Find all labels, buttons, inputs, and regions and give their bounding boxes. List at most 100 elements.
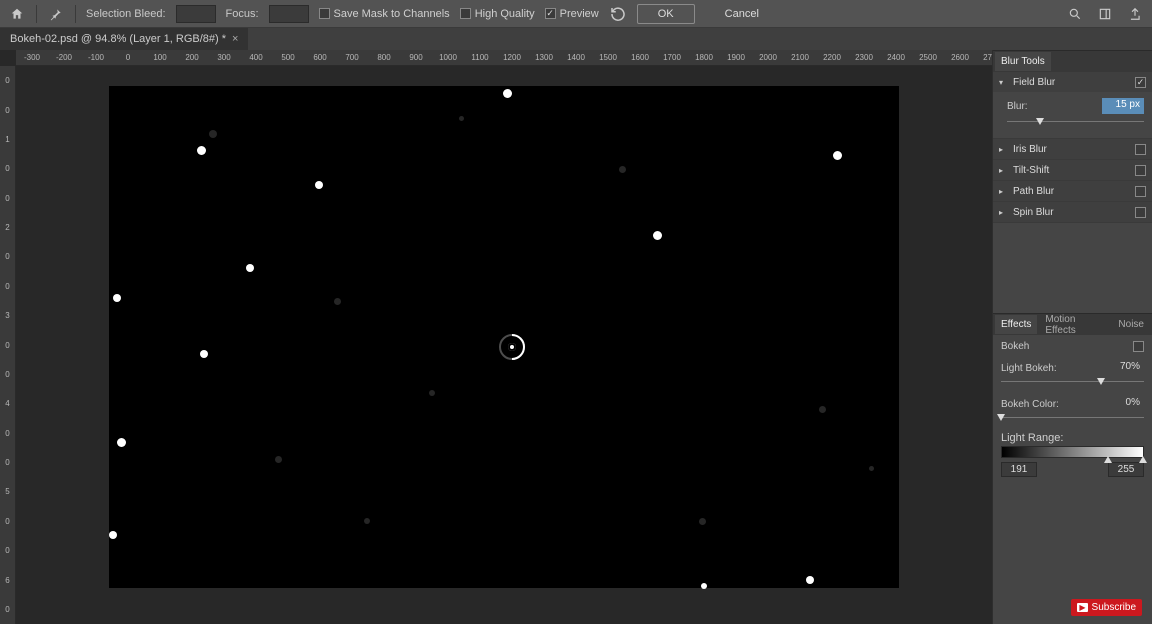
preview-checkbox[interactable]: Preview bbox=[545, 8, 599, 20]
bokeh-color-value[interactable]: 0% bbox=[1102, 396, 1144, 412]
light-range-gradient[interactable] bbox=[1001, 446, 1144, 458]
pin-tool-icon[interactable] bbox=[47, 5, 65, 23]
reset-icon[interactable] bbox=[609, 5, 627, 23]
ruler-tick: 0 bbox=[0, 330, 16, 359]
subscribe-label: Subscribe bbox=[1092, 602, 1136, 613]
bokeh-label: Bokeh bbox=[1001, 341, 1029, 352]
share-icon[interactable] bbox=[1126, 5, 1144, 23]
selection-bleed-label: Selection Bleed: bbox=[86, 8, 166, 20]
tilt-shift-header[interactable]: ▸ Tilt-Shift bbox=[993, 160, 1152, 180]
ruler-tick: 0 bbox=[0, 448, 16, 477]
field-blur-label[interactable]: Field Blur bbox=[1013, 77, 1129, 88]
ruler-tick: 400 bbox=[240, 53, 272, 62]
ruler-tick: 1 bbox=[0, 125, 16, 154]
blur-value[interactable]: 15 px bbox=[1102, 98, 1144, 114]
bokeh-dot bbox=[275, 456, 282, 463]
bokeh-color-slider[interactable] bbox=[1001, 412, 1144, 424]
spin-blur-header[interactable]: ▸ Spin Blur bbox=[993, 202, 1152, 222]
ruler-tick: 2600 bbox=[944, 53, 976, 62]
noise-tab[interactable]: Noise bbox=[1118, 319, 1144, 330]
ruler-tick: 0 bbox=[112, 53, 144, 62]
ruler-tick: 2700 bbox=[976, 53, 992, 62]
blur-pin[interactable] bbox=[499, 334, 525, 360]
blur-slider[interactable] bbox=[1007, 116, 1144, 128]
home-icon[interactable] bbox=[8, 5, 26, 23]
ruler-tick: 300 bbox=[208, 53, 240, 62]
bokeh-dot bbox=[869, 466, 874, 471]
document-tab-strip: Bokeh-02.psd @ 94.8% (Layer 1, RGB/8#) *… bbox=[0, 28, 1152, 50]
bokeh-dot bbox=[701, 583, 707, 589]
search-icon[interactable] bbox=[1066, 5, 1084, 23]
high-quality-label: High Quality bbox=[475, 8, 535, 20]
selection-bleed-input[interactable] bbox=[176, 5, 216, 23]
motion-effects-tab[interactable]: Motion Effects bbox=[1045, 314, 1104, 336]
iris-blur-checkbox[interactable] bbox=[1135, 144, 1146, 155]
light-bokeh-slider[interactable] bbox=[1001, 376, 1144, 388]
path-blur-label: Path Blur bbox=[1013, 186, 1129, 197]
field-blur-checkbox[interactable] bbox=[1135, 77, 1146, 88]
spin-blur-label: Spin Blur bbox=[1013, 207, 1129, 218]
ruler-tick: 2100 bbox=[784, 53, 816, 62]
ruler-tick: 0 bbox=[0, 184, 16, 213]
horizontal-ruler: -300-200-1000100200300400500600700800900… bbox=[16, 50, 992, 66]
ok-button[interactable]: OK bbox=[637, 4, 695, 24]
subscribe-badge[interactable]: Subscribe bbox=[1071, 599, 1142, 616]
canvas-area: -300-200-1000100200300400500600700800900… bbox=[0, 50, 992, 624]
chevron-down-icon[interactable]: ▾ bbox=[999, 78, 1007, 87]
iris-blur-header[interactable]: ▸ Iris Blur bbox=[993, 139, 1152, 159]
canvas[interactable] bbox=[109, 86, 899, 588]
spin-blur-checkbox[interactable] bbox=[1135, 207, 1146, 218]
ruler-tick: 700 bbox=[336, 53, 368, 62]
bokeh-checkbox[interactable] bbox=[1133, 341, 1144, 352]
options-bar: Selection Bleed: Focus: Save Mask to Cha… bbox=[0, 0, 1152, 28]
high-quality-checkbox[interactable]: High Quality bbox=[460, 8, 535, 20]
ruler-tick: 0 bbox=[0, 360, 16, 389]
ruler-tick: 0 bbox=[0, 419, 16, 448]
ruler-tick: 5 bbox=[0, 477, 16, 506]
workspace-icon[interactable] bbox=[1096, 5, 1114, 23]
focus-input[interactable] bbox=[269, 5, 309, 23]
tilt-shift-label: Tilt-Shift bbox=[1013, 165, 1129, 176]
ruler-tick: 2 bbox=[0, 213, 16, 242]
light-range-low[interactable]: 191 bbox=[1001, 462, 1037, 477]
ruler-tick: 600 bbox=[304, 53, 336, 62]
ruler-tick: 100 bbox=[144, 53, 176, 62]
bokeh-dot bbox=[209, 130, 217, 138]
ruler-tick: 1300 bbox=[528, 53, 560, 62]
light-bokeh-value[interactable]: 70% bbox=[1102, 360, 1144, 376]
cancel-button[interactable]: Cancel bbox=[705, 4, 779, 24]
bokeh-dot bbox=[200, 350, 208, 358]
ruler-tick: 2400 bbox=[880, 53, 912, 62]
light-range-high[interactable]: 255 bbox=[1108, 462, 1144, 477]
document-tab[interactable]: Bokeh-02.psd @ 94.8% (Layer 1, RGB/8#) *… bbox=[0, 28, 248, 50]
bokeh-dot bbox=[503, 89, 512, 98]
tilt-shift-checkbox[interactable] bbox=[1135, 165, 1146, 176]
bokeh-dot bbox=[653, 231, 662, 240]
ruler-tick: 1600 bbox=[624, 53, 656, 62]
path-blur-header[interactable]: ▸ Path Blur bbox=[993, 181, 1152, 201]
close-tab-icon[interactable]: × bbox=[232, 33, 238, 45]
save-mask-checkbox[interactable]: Save Mask to Channels bbox=[319, 8, 450, 20]
chevron-right-icon: ▸ bbox=[999, 208, 1007, 217]
ruler-tick: 1000 bbox=[432, 53, 464, 62]
ruler-tick: 2300 bbox=[848, 53, 880, 62]
ruler-tick: -200 bbox=[48, 53, 80, 62]
ruler-tick: 6 bbox=[0, 565, 16, 594]
bokeh-dot bbox=[315, 181, 323, 189]
blur-tools-tab[interactable]: Blur Tools bbox=[995, 52, 1051, 71]
bokeh-dot bbox=[699, 518, 706, 525]
ruler-tick: 1900 bbox=[720, 53, 752, 62]
bokeh-dot bbox=[109, 531, 117, 539]
ruler-tick: -100 bbox=[80, 53, 112, 62]
bokeh-dot bbox=[619, 166, 626, 173]
bokeh-dot bbox=[819, 406, 826, 413]
bokeh-dot bbox=[806, 576, 814, 584]
ruler-tick: 0 bbox=[0, 95, 16, 124]
effects-tab[interactable]: Effects bbox=[995, 315, 1037, 334]
ruler-tick: 1800 bbox=[688, 53, 720, 62]
ruler-tick: 500 bbox=[272, 53, 304, 62]
ruler-tick: 0 bbox=[0, 242, 16, 271]
path-blur-checkbox[interactable] bbox=[1135, 186, 1146, 197]
light-bokeh-label: Light Bokeh: bbox=[1001, 363, 1057, 374]
ruler-tick: 1400 bbox=[560, 53, 592, 62]
